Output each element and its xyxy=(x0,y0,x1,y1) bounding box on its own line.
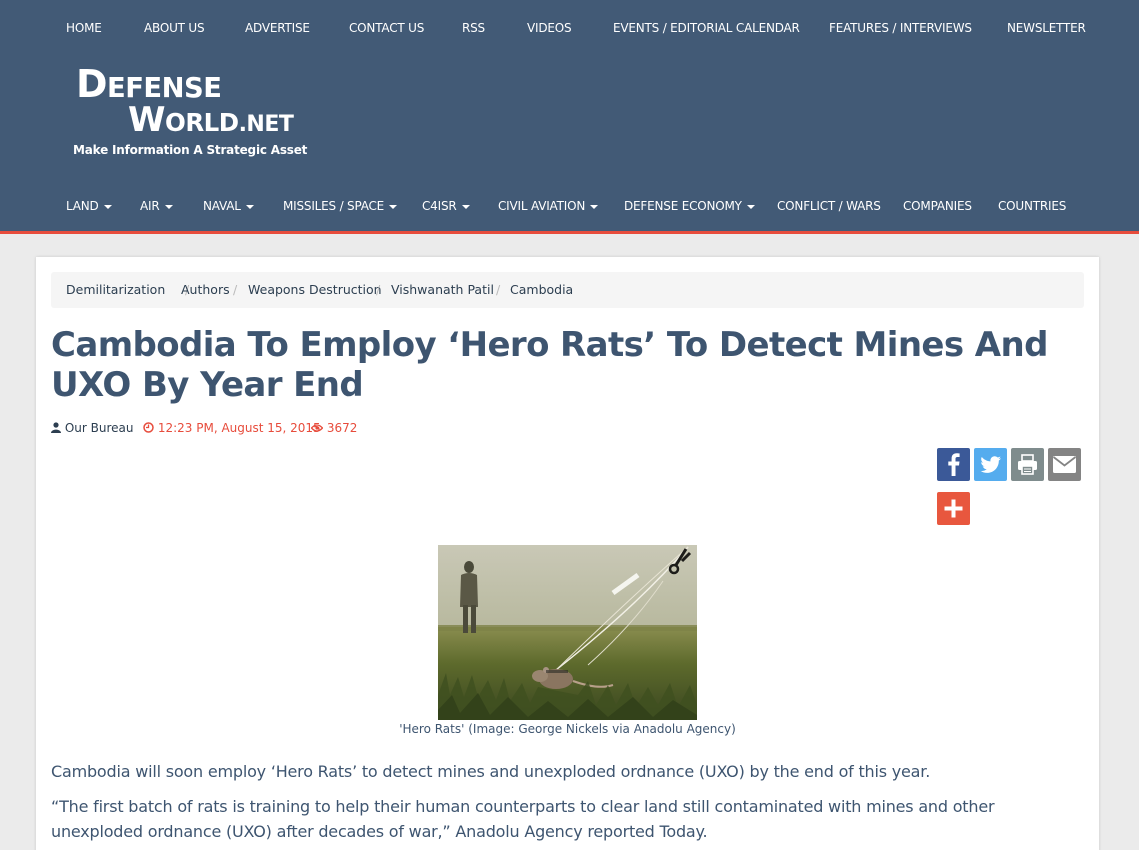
top-nav-newsletter[interactable]: NEWSLETTER xyxy=(1007,21,1086,35)
breadcrumb-separator: / xyxy=(496,282,501,297)
chevron-down-icon xyxy=(590,204,599,209)
twitter-icon xyxy=(980,456,1001,473)
cat-nav-c4isr[interactable]: C4ISR xyxy=(422,199,470,213)
top-nav-events[interactable]: EVENTS / EDITORIAL CALENDAR xyxy=(613,21,800,35)
share-email-button[interactable] xyxy=(1048,448,1081,481)
top-nav-home[interactable]: HOME xyxy=(66,21,102,35)
chevron-down-icon xyxy=(461,204,470,209)
cat-nav-defense-economy[interactable]: DEFENSE ECONOMY xyxy=(624,199,755,213)
chevron-down-icon xyxy=(389,204,398,209)
share-twitter-button[interactable] xyxy=(974,448,1007,481)
clock-icon xyxy=(143,422,154,433)
article-image xyxy=(438,545,697,720)
eye-icon xyxy=(310,424,324,432)
logo-tagline: Make Information A Strategic Asset xyxy=(73,143,308,157)
breadcrumb-separator: / xyxy=(233,282,238,297)
top-nav-about-us[interactable]: ABOUT US xyxy=(144,21,205,35)
breadcrumb-item-vishwanath-patil[interactable]: Vishwanath Patil xyxy=(391,282,494,297)
breadcrumb-item-weapons-destruction[interactable]: Weapons Destruction xyxy=(248,282,382,297)
view-count-text: 3672 xyxy=(326,421,358,435)
cat-nav-naval[interactable]: NAVAL xyxy=(203,199,254,213)
cat-nav-conflict-wars[interactable]: CONFLICT / WARS xyxy=(777,199,881,213)
chevron-down-icon xyxy=(103,204,112,209)
share-print-button[interactable] xyxy=(1011,448,1044,481)
breadcrumb-item-authors[interactable]: Authors xyxy=(181,282,230,297)
author-name[interactable]: Our Bureau xyxy=(65,421,134,435)
cat-nav-land[interactable]: LAND xyxy=(66,199,112,213)
share-more-button[interactable] xyxy=(937,492,970,525)
logo-word-world: WORLD.NET xyxy=(128,100,294,140)
user-icon xyxy=(51,422,61,433)
publish-date-text: 12:23 PM, August 15, 2015 xyxy=(157,421,321,435)
publish-date: 12:23 PM, August 15, 2015 xyxy=(143,421,321,435)
share-facebook-button[interactable] xyxy=(937,448,970,481)
cat-nav-civil-aviation[interactable]: CIVIL AVIATION xyxy=(498,199,599,213)
breadcrumb-item-cambodia[interactable]: Cambodia xyxy=(510,282,573,297)
top-nav-advertise[interactable]: ADVERTISE xyxy=(245,21,310,35)
image-caption: 'Hero Rats' (Image: George Nickels via A… xyxy=(399,722,736,736)
chevron-down-icon xyxy=(746,204,755,209)
breadcrumb-separator: / xyxy=(376,282,381,297)
view-count: 3672 xyxy=(310,421,358,435)
hero-rat-photo xyxy=(438,545,697,720)
top-nav-videos[interactable]: VIDEOS xyxy=(527,21,572,35)
print-icon xyxy=(1018,454,1037,475)
category-nav: LAND AIR NAVAL MISSILES / SPACE C4ISR CI… xyxy=(0,190,1139,224)
breadcrumb-item-demilitarization[interactable]: Demilitarization xyxy=(66,282,165,297)
top-nav: HOME ABOUT US ADVERTISE CONTACT US RSS V… xyxy=(0,0,1139,58)
facebook-icon xyxy=(948,453,960,476)
article-container: Demilitarization / Authors / Weapons Des… xyxy=(36,257,1099,850)
cat-nav-companies[interactable]: COMPANIES xyxy=(903,199,972,213)
email-icon xyxy=(1052,456,1077,473)
article-title: Cambodia To Employ ‘Hero Rats’ To Detect… xyxy=(51,325,1048,405)
article-paragraph: Cambodia will soon employ ‘Hero Rats’ to… xyxy=(51,762,931,781)
cat-nav-countries[interactable]: COUNTRIES xyxy=(998,199,1066,213)
cat-nav-missiles-space[interactable]: MISSILES / SPACE xyxy=(283,199,398,213)
author-info: Our Bureau xyxy=(51,421,133,435)
top-nav-contact-us[interactable]: CONTACT US xyxy=(349,21,424,35)
top-nav-features[interactable]: FEATURES / INTERVIEWS xyxy=(829,21,972,35)
cat-nav-air[interactable]: AIR xyxy=(140,199,173,213)
top-nav-rss[interactable]: RSS xyxy=(462,21,485,35)
site-logo[interactable]: DEFENSE WORLD.NET Make Information A Str… xyxy=(72,62,307,162)
site-header: HOME ABOUT US ADVERTISE CONTACT US RSS V… xyxy=(0,0,1139,234)
article-paragraph: “The first batch of rats is training to … xyxy=(51,797,995,841)
chevron-down-icon xyxy=(164,204,173,209)
breadcrumb: Demilitarization / Authors / Weapons Des… xyxy=(51,272,1084,308)
plus-icon xyxy=(944,499,963,518)
chevron-down-icon xyxy=(245,204,254,209)
